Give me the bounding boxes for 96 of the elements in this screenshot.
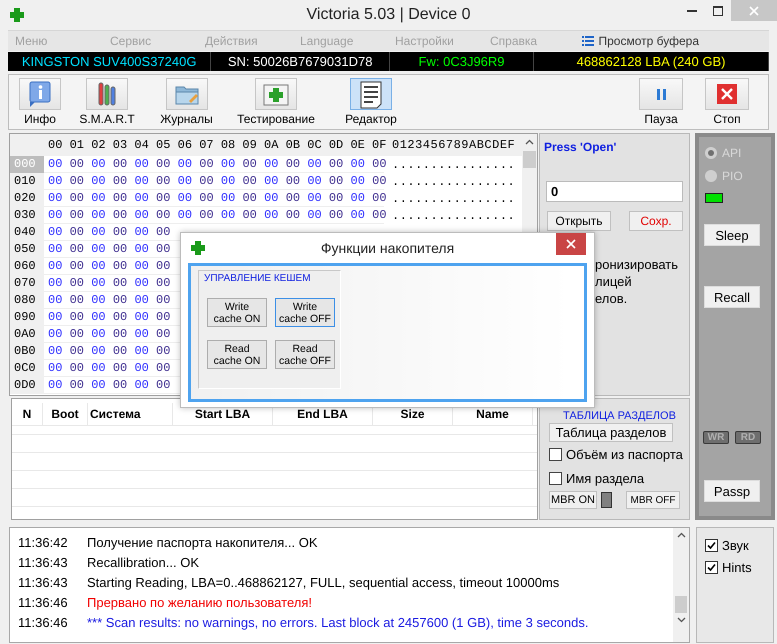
log-time: 11:36:43 <box>17 574 69 590</box>
log-time: 11:36:43 <box>17 554 69 570</box>
column-header[interactable]: Boot <box>43 403 88 425</box>
scroll-up-icon[interactable] <box>676 532 686 538</box>
column-headers: 00 01 02 03 04 05 06 07 08 09 0A 0B 0C 0D 0E 0F <box>47 138 384 152</box>
hex-bytes: 00 00 00 00 00 00 00 00 00 00 00 00 00 00 00 00 <box>44 190 384 207</box>
pause-button[interactable]: Пауза <box>630 75 692 129</box>
toolbar-tab[interactable]: Инфо <box>15 75 65 129</box>
log-message: Прервано по желанию пользователя! <box>87 594 312 610</box>
close-icon <box>749 6 759 16</box>
checkbox-label: Имя раздела <box>566 470 644 486</box>
row-offset[interactable]: 050 <box>10 241 44 258</box>
scroll-thumb[interactable] <box>675 596 687 613</box>
group-label: ТАБЛИЦА РАЗДЕЛОВ <box>563 410 677 422</box>
plus-icon <box>190 240 206 256</box>
cache-button[interactable]: Read cache ON <box>207 340 267 369</box>
row-offset[interactable]: 0B0 <box>10 343 44 360</box>
row-offset[interactable]: 080 <box>10 292 44 309</box>
cache-button[interactable]: Write cache OFF <box>275 298 335 327</box>
minimize-icon <box>687 10 697 12</box>
row-offset[interactable]: 090 <box>10 309 44 326</box>
list-icon <box>582 35 594 47</box>
mbr-off-button[interactable]: MBR OFF <box>626 491 680 509</box>
log-message: Recallibration... OK <box>87 554 199 570</box>
ascii-text: ................ <box>391 158 516 172</box>
log-time: 11:36:46 <box>17 614 69 630</box>
scrollbar[interactable] <box>673 528 689 642</box>
save-button[interactable]: Сохр. <box>629 211 683 231</box>
recall-button[interactable]: Recall <box>704 286 760 308</box>
cache-button[interactable]: Write cache ON <box>207 298 267 327</box>
hex-bytes: 00 00 00 00 00 00 00 00 00 00 00 00 00 00 00 00 <box>44 173 384 190</box>
log-message: Получение паспорта накопителя... OK <box>87 534 318 550</box>
ascii-text: ................ <box>391 208 516 222</box>
scroll-down-icon[interactable] <box>676 617 686 623</box>
log-message: Starting Reading, LBA=0..468862127, FULL, sequential access, timeout 10000ms <box>87 574 560 590</box>
column-header[interactable]: N <box>12 403 43 425</box>
ascii-header: 0123456789ABCDEF <box>391 138 516 152</box>
toolbar-tab[interactable]: Тестирование <box>224 75 328 129</box>
close-icon <box>717 84 737 104</box>
row-offset[interactable]: 030 <box>10 207 44 224</box>
sector-field[interactable]: 0 <box>546 181 683 202</box>
open-button[interactable]: Открыть <box>547 211 611 231</box>
row-offset[interactable]: 060 <box>10 258 44 275</box>
toolbar-tab[interactable]: Редактор <box>328 75 414 129</box>
ascii-text: ................ <box>391 174 516 188</box>
buffer-view-link[interactable]: Просмотр буфера <box>598 34 699 48</box>
scroll-thumb[interactable] <box>523 151 536 168</box>
status-indicator <box>705 193 723 203</box>
column-header[interactable]: Система <box>88 403 173 425</box>
row-offset[interactable]: 020 <box>10 190 44 207</box>
hex-bytes: 00 00 00 00 00 00 00 00 00 00 00 00 00 00 00 00 <box>44 207 384 224</box>
checkbox-label: Звук <box>722 538 749 552</box>
toolbar-tab[interactable]: S.M.A.R.T <box>65 75 149 129</box>
sync-note: ронизировать лицей елов. <box>595 256 680 307</box>
sleep-button[interactable]: Sleep <box>704 224 760 246</box>
close-button[interactable] <box>556 233 586 255</box>
stop-button[interactable]: Стоп <box>692 75 762 129</box>
row-offset[interactable]: 010 <box>10 173 44 190</box>
pause-icon <box>656 88 666 100</box>
checkbox[interactable] <box>549 448 562 460</box>
row-offset[interactable]: 040 <box>10 224 44 241</box>
device-info-field: Fw: 0C3J96R9 <box>418 54 505 69</box>
device-info-field: SN: 50026B7679031D78 <box>228 54 372 69</box>
cache-button[interactable]: Read cache OFF <box>275 340 335 369</box>
row-offset[interactable]: 0A0 <box>10 326 44 343</box>
checkbox-label: Объём из паспорта <box>566 446 683 462</box>
maximize-icon <box>713 6 723 16</box>
checkbox[interactable] <box>549 472 562 484</box>
hex-bytes: 00 00 00 00 00 00 00 00 00 00 00 00 00 00 00 00 <box>44 156 384 173</box>
passport-button[interactable]: Passp <box>704 480 760 502</box>
device-info-field: KINGSTON SUV400S37240G <box>22 54 196 69</box>
log-message: *** Scan results: no warnings, no errors. Last block at 2457600 (1 GB), time 3 seconds. <box>87 614 588 630</box>
close-icon <box>566 239 576 249</box>
log-time: 11:36:42 <box>17 534 69 550</box>
status-indicator: WR <box>703 431 729 444</box>
scroll-up-icon[interactable] <box>525 138 534 144</box>
window-title: Victoria 5.03 | Device 0 <box>306 6 470 24</box>
device-info-field: 468862128 LBA (240 GB) <box>576 54 726 69</box>
row-offset[interactable]: 070 <box>10 275 44 292</box>
row-offset[interactable]: 0D0 <box>10 377 44 394</box>
checkbox[interactable] <box>705 560 718 574</box>
ascii-text: ................ <box>391 192 516 206</box>
log-time: 11:36:46 <box>17 594 69 610</box>
hint-text: Press 'Open' <box>544 140 618 154</box>
radio-button[interactable] <box>705 146 717 158</box>
group-label: УПРАВЛЕНИЕ КЕШЕМ <box>204 273 312 284</box>
status-indicator <box>601 492 612 508</box>
checkbox[interactable] <box>705 538 718 552</box>
partition-table-button[interactable]: Таблица разделов <box>549 423 673 442</box>
status-indicator: RD <box>735 431 761 444</box>
row-offset[interactable]: 0C0 <box>10 360 44 377</box>
mbr-on-button[interactable]: MBR ON <box>549 491 597 509</box>
checkbox-label: Hints <box>722 560 752 574</box>
app-plus-icon <box>9 7 25 23</box>
toolbar-tab[interactable]: Журналы <box>149 75 224 129</box>
radio-button[interactable] <box>705 170 717 182</box>
